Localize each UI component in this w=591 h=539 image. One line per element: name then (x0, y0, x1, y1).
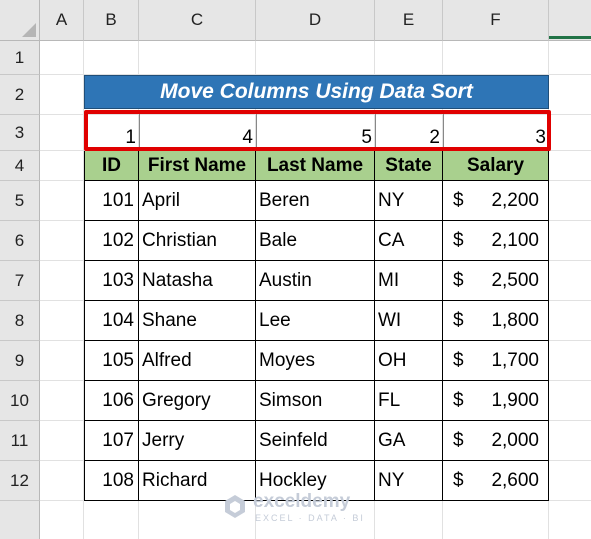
cell-salary[interactable]: $2,000 (443, 421, 549, 461)
cell-id[interactable]: 101 (84, 181, 139, 221)
row-header-9[interactable]: 9 (0, 341, 40, 381)
row-header-7[interactable]: 7 (0, 261, 40, 301)
select-all-corner[interactable] (0, 0, 40, 41)
currency-symbol: $ (453, 189, 464, 211)
currency-symbol: $ (453, 269, 464, 291)
column-header-c[interactable]: C (139, 0, 256, 41)
column-header-d[interactable]: D (256, 0, 375, 41)
cell-state[interactable]: NY (375, 461, 443, 501)
row-header-11[interactable]: 11 (0, 421, 40, 461)
row-header-12[interactable]: 12 (0, 461, 40, 501)
sort-order-highlight (84, 110, 551, 151)
table-row: 106 Gregory Simson FL $1,900 (84, 381, 549, 421)
cell-first-name[interactable]: Alfred (139, 341, 256, 381)
cell-last-name[interactable]: Austin (256, 261, 375, 301)
salary-value: 1,900 (491, 389, 539, 411)
table-header-row: ID First Name Last Name State Salary (84, 151, 549, 181)
column-header-e[interactable]: E (375, 0, 443, 41)
row-header-5[interactable]: 5 (0, 181, 40, 221)
row-header-10[interactable]: 10 (0, 381, 40, 421)
table-row: 101 April Beren NY $2,200 (84, 181, 549, 221)
salary-value: 2,500 (491, 269, 539, 291)
header-state[interactable]: State (375, 151, 443, 181)
cell-id[interactable]: 106 (84, 381, 139, 421)
cell-state[interactable]: FL (375, 381, 443, 421)
cell-last-name[interactable]: Bale (256, 221, 375, 261)
table-row: 105 Alfred Moyes OH $1,700 (84, 341, 549, 381)
cell-id[interactable]: 107 (84, 421, 139, 461)
green-corner-marker (549, 0, 591, 41)
cell-first-name[interactable]: April (139, 181, 256, 221)
salary-value: 1,800 (491, 309, 539, 331)
cell-last-name[interactable]: Simson (256, 381, 375, 421)
salary-value: 1,700 (491, 349, 539, 371)
currency-symbol: $ (453, 229, 464, 251)
currency-symbol: $ (453, 309, 464, 331)
header-first-name[interactable]: First Name (139, 151, 256, 181)
row-header-2[interactable]: 2 (0, 75, 40, 115)
salary-value: 2,000 (491, 429, 539, 451)
currency-symbol: $ (453, 349, 464, 371)
column-header-a[interactable]: A (40, 0, 84, 41)
cell-first-name[interactable]: Gregory (139, 381, 256, 421)
salary-value: 2,200 (491, 189, 539, 211)
cell-first-name[interactable]: Christian (139, 221, 256, 261)
exceldemy-logo-icon (225, 495, 245, 518)
cell-state[interactable]: WI (375, 301, 443, 341)
row-header-3[interactable]: 3 (0, 115, 40, 151)
cell-id[interactable]: 105 (84, 341, 139, 381)
table-row: 102 Christian Bale CA $2,100 (84, 221, 549, 261)
cell-state[interactable]: MI (375, 261, 443, 301)
row-header-4[interactable]: 4 (0, 151, 40, 181)
row-header-6[interactable]: 6 (0, 221, 40, 261)
cell-id[interactable]: 102 (84, 221, 139, 261)
select-all-triangle-icon (22, 23, 36, 37)
column-header-b[interactable]: B (84, 0, 139, 41)
header-id[interactable]: ID (84, 151, 139, 181)
cell-id[interactable]: 108 (84, 461, 139, 501)
row-header-1[interactable]: 1 (0, 41, 40, 75)
cell-last-name[interactable]: Seinfeld (256, 421, 375, 461)
cell-salary[interactable]: $2,200 (443, 181, 549, 221)
header-last-name[interactable]: Last Name (256, 151, 375, 181)
cell-state[interactable]: NY (375, 181, 443, 221)
currency-symbol: $ (453, 429, 464, 451)
currency-symbol: $ (453, 389, 464, 411)
cell-state[interactable]: OH (375, 341, 443, 381)
watermark-tagline: EXCEL · DATA · BI (255, 513, 365, 523)
exceldemy-watermark: exceldemy EXCEL · DATA · BI (222, 491, 372, 523)
cell-salary[interactable]: $1,800 (443, 301, 549, 341)
cell-first-name[interactable]: Shane (139, 301, 256, 341)
cell-salary[interactable]: $2,100 (443, 221, 549, 261)
currency-symbol: $ (453, 469, 464, 491)
table-row: 107 Jerry Seinfeld GA $2,000 (84, 421, 549, 461)
cell-id[interactable]: 104 (84, 301, 139, 341)
column-header-f[interactable]: F (443, 0, 549, 41)
salary-value: 2,100 (491, 229, 539, 251)
cell-salary[interactable]: $1,900 (443, 381, 549, 421)
cell-salary[interactable]: $2,600 (443, 461, 549, 501)
cell-salary[interactable]: $1,700 (443, 341, 549, 381)
table-row: 104 Shane Lee WI $1,800 (84, 301, 549, 341)
cell-state[interactable]: CA (375, 221, 443, 261)
cell-first-name[interactable]: Natasha (139, 261, 256, 301)
row-header-8[interactable]: 8 (0, 301, 40, 341)
table-row: 103 Natasha Austin MI $2,500 (84, 261, 549, 301)
salary-value: 2,600 (491, 469, 539, 491)
cell-last-name[interactable]: Beren (256, 181, 375, 221)
header-salary[interactable]: Salary (443, 151, 549, 181)
cell-id[interactable]: 103 (84, 261, 139, 301)
watermark-name: exceldemy (253, 491, 351, 512)
cell-last-name[interactable]: Moyes (256, 341, 375, 381)
cell-first-name[interactable]: Jerry (139, 421, 256, 461)
cell-last-name[interactable]: Lee (256, 301, 375, 341)
cell-state[interactable]: GA (375, 421, 443, 461)
table-title[interactable]: Move Columns Using Data Sort (84, 75, 549, 109)
cell-salary[interactable]: $2,500 (443, 261, 549, 301)
